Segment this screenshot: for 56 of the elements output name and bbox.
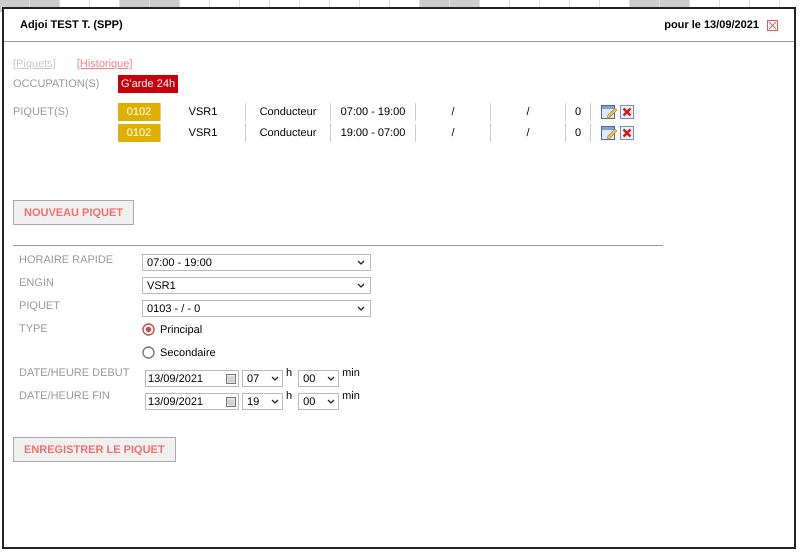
minute-dropdown[interactable]: 00 xyxy=(298,393,340,410)
table-cell: VSR1 xyxy=(160,124,245,142)
field-label: DATE/HEURE DEBUT xyxy=(19,367,130,379)
field-label: ENGIN xyxy=(19,277,55,289)
edit-icon[interactable] xyxy=(601,104,617,120)
hour-dropdown[interactable]: 19 xyxy=(242,393,283,410)
table-cell: 07:00 - 19:00 xyxy=(330,103,415,121)
calendar-icon[interactable] xyxy=(226,374,236,384)
close-icon[interactable] xyxy=(767,20,778,30)
unit-label: min xyxy=(342,367,360,379)
occupation-badge: G'arde 24h xyxy=(118,75,178,93)
piquet-code: 0102 xyxy=(118,103,160,121)
table-cell: / xyxy=(415,124,490,142)
dialog-date: pour le 13/09/2021 xyxy=(664,19,759,31)
radio-button[interactable] xyxy=(142,346,155,359)
unit-label: h xyxy=(286,367,292,379)
caret-icon xyxy=(271,399,279,404)
table-cell: 19:00 - 07:00 xyxy=(330,124,415,142)
date-field[interactable]: 13/09/2021 xyxy=(145,393,239,410)
edit-icon[interactable] xyxy=(601,125,617,141)
calendar-icon[interactable] xyxy=(226,396,236,406)
unit-label: h xyxy=(286,390,292,402)
table-cell: / xyxy=(415,103,490,121)
date-field[interactable]: 13/09/2021 xyxy=(145,370,239,387)
radio-label: Principal xyxy=(160,324,202,336)
unit-label: min xyxy=(342,390,360,402)
table-cell: VSR1 xyxy=(160,103,245,121)
table-cell: Conducteur xyxy=(245,124,330,142)
hour-dropdown[interactable]: 07 xyxy=(242,370,283,387)
dropdown[interactable]: 07:00 - 19:00 xyxy=(142,254,371,271)
piquet-code: 0102 xyxy=(118,124,160,142)
table-cell: 0 xyxy=(565,103,590,121)
table-cell: / xyxy=(490,124,565,142)
caret-icon xyxy=(357,306,365,311)
caret-icon xyxy=(327,376,336,381)
table-cell: Conducteur xyxy=(245,103,330,121)
minute-dropdown[interactable]: 00 xyxy=(298,370,340,387)
caret-icon xyxy=(357,260,365,265)
table-cell: 0 xyxy=(565,124,590,142)
field-label: TYPE xyxy=(19,323,49,335)
field-label: PIQUET xyxy=(19,300,61,312)
field-label: DATE/HEURE FIN xyxy=(19,390,111,402)
dropdown[interactable]: VSR1 xyxy=(142,277,371,294)
radio-button[interactable] xyxy=(142,323,155,336)
table-cell: / xyxy=(490,103,565,121)
caret-icon xyxy=(271,376,279,381)
window-title: Adjoi TEST T. (SPP) xyxy=(20,19,124,31)
field-label: HORAIRE RAPIDE xyxy=(19,254,114,266)
caret-icon xyxy=(357,283,365,288)
radio-label: Secondaire xyxy=(160,346,216,358)
delete-icon[interactable] xyxy=(620,126,634,140)
field-label: OCCUPATION(S) xyxy=(13,78,100,90)
field-label: PIQUET(S) xyxy=(13,105,70,118)
delete-icon[interactable] xyxy=(620,105,634,119)
caret-icon xyxy=(327,399,336,404)
dropdown[interactable]: 0103 - / - 0 xyxy=(142,300,371,317)
